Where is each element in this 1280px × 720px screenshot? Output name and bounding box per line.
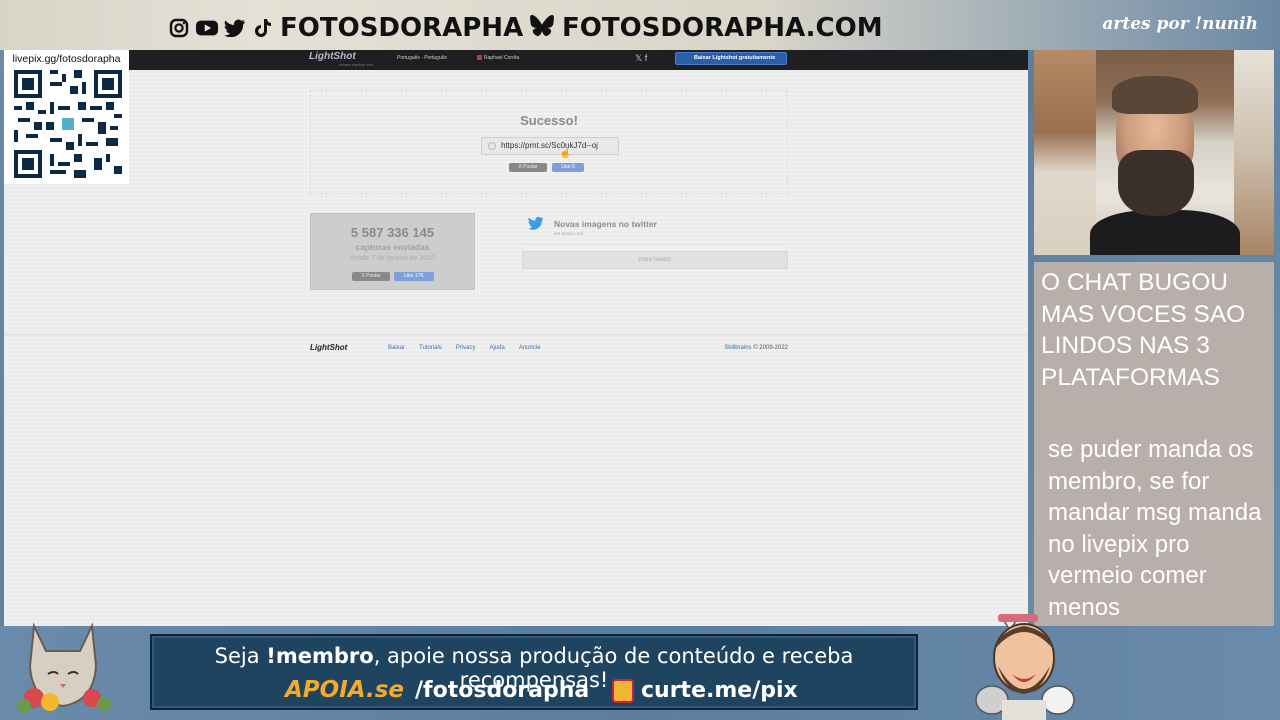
banner-membro: !membro	[266, 644, 374, 668]
footer-divider	[4, 334, 1028, 335]
webcam-person-hair	[1112, 76, 1198, 114]
language-selector[interactable]: Português - Português	[397, 55, 447, 61]
stats-count: 5 587 336 145	[350, 225, 435, 240]
instagram-icon	[168, 17, 190, 39]
footer-link-tutorials[interactable]: Tutorials	[419, 345, 442, 351]
footer-link-privacy[interactable]: Privacy	[456, 345, 476, 351]
user-menu[interactable]: Raphael Corrêa	[477, 55, 519, 61]
user-avatar	[477, 55, 482, 60]
qr-code-icon	[14, 70, 122, 178]
stats-like-button[interactable]: Like 17K	[394, 272, 434, 281]
footer-copyright: Skillbrains © 2009-2022	[724, 345, 788, 351]
social-handles: FOTOSDORAPHA	[168, 10, 523, 46]
website-handle: FOTOSDORAPHA.COM	[530, 10, 883, 46]
mouse-cursor-icon: ☝	[559, 148, 572, 159]
webcam-person-shirt	[1090, 210, 1240, 255]
lightshot-logo-tagline: screen capture tool	[339, 62, 374, 67]
lightshot-header: LightShot screen capture tool Português …	[129, 50, 1028, 70]
social-handle-text: FOTOSDORAPHA	[280, 13, 524, 43]
share-link-text: https://prnt.sc/Sc0ukJ7d--oj	[501, 141, 598, 150]
skillbrains-link[interactable]: Skillbrains	[724, 345, 751, 351]
cat-mascot-icon	[17, 622, 111, 713]
success-panel: Sucesso! https://prnt.sc/Sc0ukJ7d--oj ☝ …	[310, 90, 788, 194]
more-tweets-button[interactable]: more tweets	[522, 251, 788, 269]
apoia-path: /fotosdorapha	[415, 678, 590, 703]
footer-years: © 2009-2022	[751, 345, 788, 351]
divider	[522, 244, 788, 245]
webcam-person-beard	[1118, 150, 1194, 216]
webcam-shelf-right	[1234, 50, 1274, 255]
pix-link: curte.me/pix	[641, 678, 798, 703]
footer-link-ajuda[interactable]: Ajuda	[489, 345, 504, 351]
website-text: FOTOSDORAPHA.COM	[562, 13, 883, 43]
stats-label: capturas enviadas	[355, 242, 430, 252]
twitter-feed-subtitle: em tempo real	[554, 231, 583, 236]
upload-stats-box: 5 587 336 145 capturas enviadas desde 7 …	[310, 213, 475, 290]
footer-link-baixar[interactable]: Baixar	[388, 345, 405, 351]
bluesky-icon	[530, 13, 554, 43]
tiktok-icon	[252, 17, 274, 39]
pix-mascot-icon	[612, 679, 634, 703]
stats-since: desde 7 de janeiro de 2010	[350, 255, 435, 262]
qr-url: livepix.gg/fotosdorapha	[12, 53, 121, 65]
youtube-icon	[196, 17, 218, 39]
link-icon	[488, 142, 496, 150]
apoia-logo: APOIA.se	[285, 677, 405, 703]
footer-links: Baixar Tutorials Privacy Ajuda Anuncie	[388, 345, 541, 351]
art-credit: artes por !nunih	[1102, 14, 1258, 34]
twitter-icon	[224, 17, 246, 39]
download-lightshot-button[interactable]: Baixar Lightshot gratuitamente	[675, 52, 787, 65]
footer-link-anuncie[interactable]: Anuncie	[519, 345, 541, 351]
success-title: Sucesso!	[520, 113, 578, 128]
share-link-field[interactable]: https://prnt.sc/Sc0ukJ7d--oj	[481, 137, 619, 155]
lightshot-footer: LightShot Baixar Tutorials Privacy Ajuda…	[310, 343, 788, 355]
webcam-feed	[1034, 50, 1274, 255]
tweet-button[interactable]: X Postar	[509, 163, 547, 172]
chat-note-main: O CHAT BUGOU MAS VOCES SAO LINDOS NAS 3 …	[1041, 269, 1246, 391]
browser-viewport: LightShot screen capture tool Português …	[4, 50, 1028, 626]
support-banner: Seja !membro, apoie nossa produção de co…	[150, 634, 918, 710]
lightshot-logo[interactable]: LightShot	[309, 51, 356, 62]
footer-logo[interactable]: LightShot	[310, 343, 347, 352]
banner-prefix: Seja	[214, 644, 267, 668]
facebook-like-button[interactable]: Like 0	[552, 163, 584, 172]
livepix-qr-panel: livepix.gg/fotosdorapha	[4, 50, 129, 184]
stats-tweet-button[interactable]: X Postar	[352, 272, 390, 281]
twitter-feed-title: Novas imagens no twitter	[554, 219, 657, 229]
banner-links: APOIA.se /fotosdorapha curte.me/pix	[152, 677, 916, 705]
twitter-bird-icon	[528, 216, 544, 233]
stats-share-buttons: X Postar Like 17K	[352, 272, 434, 281]
user-name: Raphael Corrêa	[484, 55, 520, 61]
webcam-shelf-left	[1034, 50, 1096, 255]
chat-note-sub: se puder manda os membro, se for mandar …	[1048, 436, 1262, 621]
share-buttons: X Postar Like 0	[509, 163, 584, 172]
header-social-icons[interactable]: 𝕏 f	[635, 53, 647, 64]
streamer-character-icon	[975, 614, 1075, 720]
